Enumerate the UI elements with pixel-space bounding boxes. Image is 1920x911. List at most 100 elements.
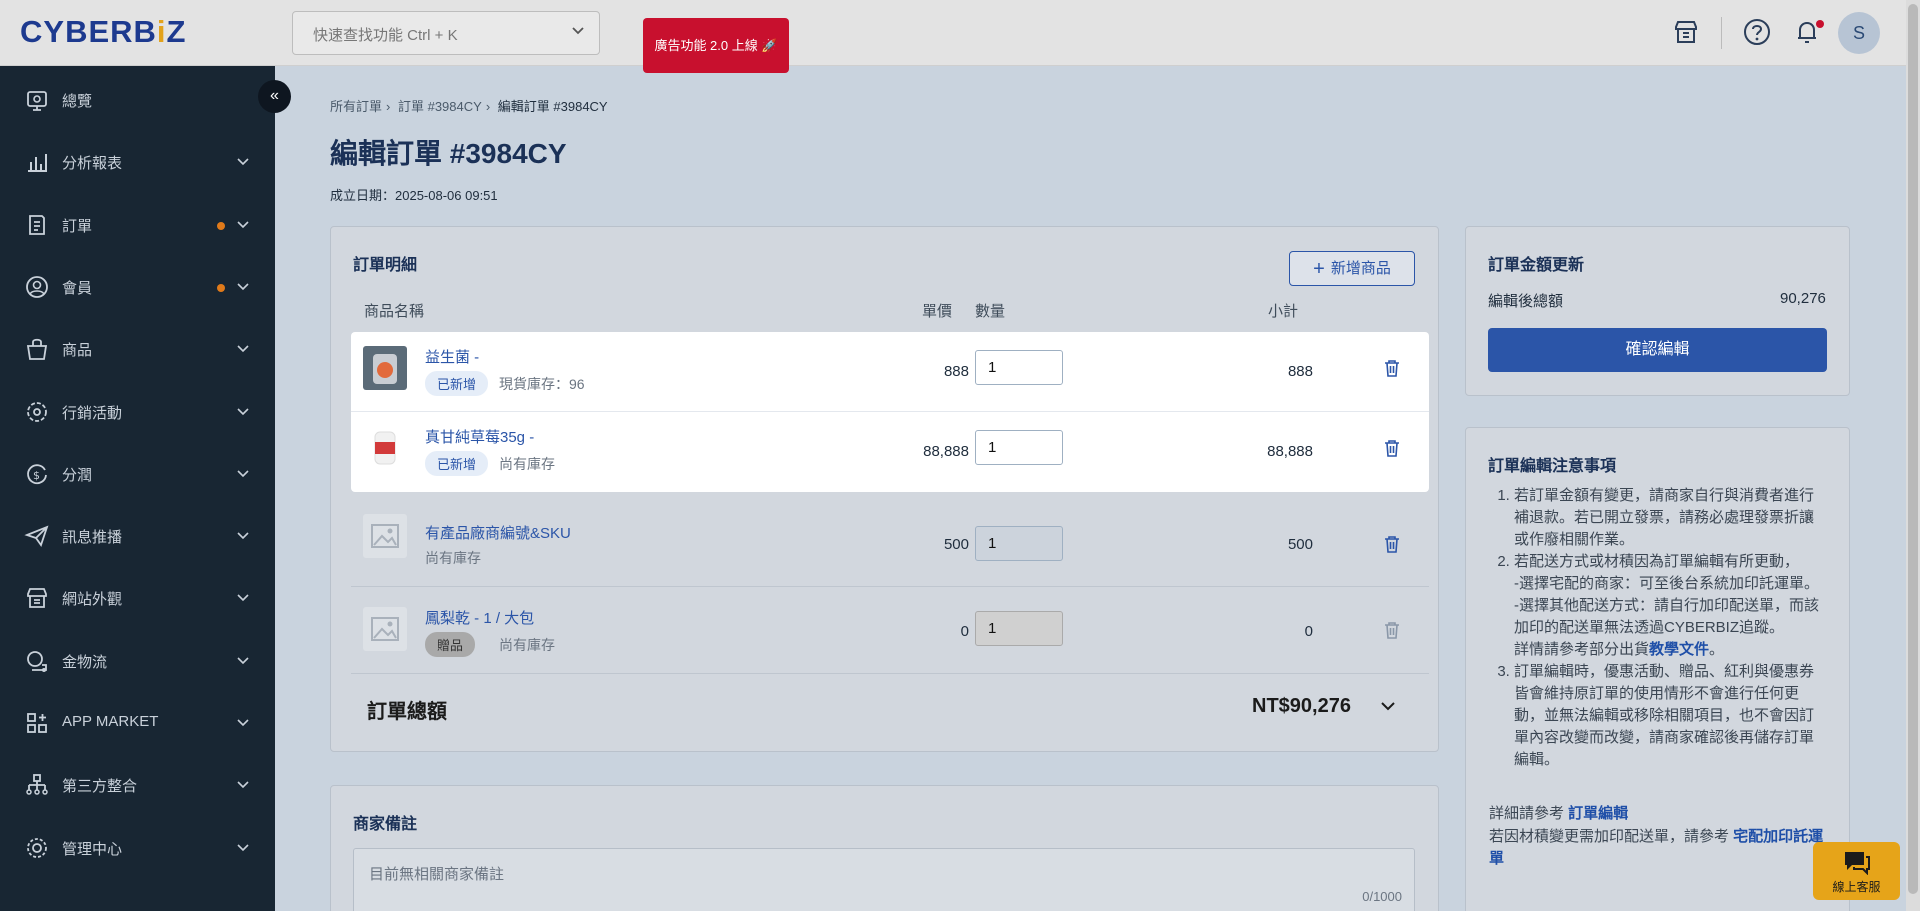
status-badge: 已新增 [425, 451, 489, 476]
sidebar-item-label: 網站外觀 [62, 591, 123, 609]
note-item: 訂單編輯時，優惠活動、贈品、紅利與優惠券皆會維持原訂單的使用情形不會進行任何更動… [1514, 661, 1825, 771]
help-icon[interactable] [1742, 17, 1772, 47]
page-title: 編輯訂單 #3984CY [330, 138, 567, 169]
sidebar-item[interactable]: 訊息推播 [0, 505, 275, 567]
notification-dot [217, 221, 225, 230]
ad-feature-button[interactable]: 廣告功能 2.0 上線 🚀 [643, 18, 789, 73]
quantity-input[interactable]: 1 [975, 350, 1063, 385]
trash-icon[interactable] [1382, 534, 1402, 554]
stock-text: 尚有庫存 [499, 637, 555, 653]
integration-icon [26, 774, 48, 796]
order-edit-link[interactable]: 訂單編輯 [1568, 805, 1628, 822]
sidebar-item-label: 第三方整合 [62, 778, 138, 796]
quantity-input[interactable]: 1 [975, 526, 1063, 561]
chevron-down-icon [237, 844, 249, 851]
notification-dot [217, 283, 225, 292]
avatar[interactable]: S [1838, 12, 1880, 54]
collapse-sidebar-button[interactable]: « [258, 80, 291, 113]
sidebar-item[interactable]: 訂單 [0, 194, 275, 256]
product-name-link[interactable]: 鳳梨乾 - 1 / 大包 [425, 607, 534, 628]
stock-text: 現貨庫存：96 [499, 376, 585, 392]
sidebar-item[interactable]: 金物流 [0, 630, 275, 692]
settings-icon [27, 837, 47, 858]
edited-total-value: 90,276 [1780, 290, 1826, 307]
add-product-button[interactable]: + 新增商品 [1289, 251, 1415, 286]
quantity-input-disabled: 1 [975, 611, 1063, 646]
order-detail-title: 訂單明細 [353, 257, 418, 274]
sidebar-item-label: 商品 [62, 342, 93, 360]
chevron-down-icon [237, 719, 249, 727]
subtotal: 500 [1287, 536, 1313, 553]
sidebar-item[interactable]: 行銷活動 [0, 381, 275, 443]
order-icon [29, 214, 45, 235]
sidebar-item[interactable]: 分析報表 [0, 131, 275, 193]
cyberbiz-logo[interactable]: CYBERBiZ [20, 14, 186, 50]
breadcrumb: 所有訂單 › 訂單 #3984CY › 編輯訂單 #3984CY [330, 99, 608, 114]
confirm-edit-button[interactable]: 確認編輯 [1488, 328, 1827, 372]
store-icon[interactable] [1671, 17, 1701, 47]
sidebar-item[interactable]: 會員 [0, 256, 275, 318]
char-count: 0/1000 [1362, 889, 1402, 904]
column-header-price: 單價 [922, 303, 953, 320]
product-name-link[interactable]: 有產品廠商編號&SKU [425, 522, 571, 543]
sidebar: 總覽分析報表訂單會員商品行銷活動 $ 分潤訊息推播網站外觀金物流 APP MARKET… [0, 66, 275, 911]
product-icon [26, 339, 48, 361]
notification-dot [1816, 20, 1824, 28]
online-support-button[interactable]: 線上客服 [1813, 842, 1900, 900]
top-bar: CYBERBiZ 快速查找功能 Ctrl + K 廣告功能 2.0 上線 🚀 S [0, 0, 1920, 73]
sidebar-item-label: 訊息推播 [62, 529, 123, 547]
breadcrumb-all-orders[interactable]: 所有訂單 [330, 99, 382, 114]
notes-title: 訂單編輯注意事項 [1488, 458, 1617, 475]
chevron-down-icon [237, 158, 249, 166]
sidebar-item[interactable]: $ 分潤 [0, 443, 275, 505]
remark-title: 商家備註 [353, 816, 418, 833]
marketing-icon [27, 401, 47, 422]
sidebar-item-label: 行銷活動 [62, 404, 123, 422]
svg-text:$: $ [33, 469, 40, 482]
subtotal: 888 [1287, 363, 1313, 380]
sidebar-item[interactable]: APP MARKET [0, 692, 275, 754]
stock-text: 尚有庫存 [499, 456, 555, 472]
sidebar-item[interactable]: 第三方整合 [0, 754, 275, 816]
send-icon [24, 525, 49, 548]
column-header-name: 商品名稱 [364, 303, 425, 320]
table-row: 真甘純草莓35g - 已新增 尚有庫存 88,888 1 88,888 [351, 412, 1429, 492]
scrollbar-thumb[interactable] [1908, 4, 1918, 894]
product-name-link[interactable]: 真甘純草莓35g - [425, 426, 534, 447]
tutorial-doc-link[interactable]: 教學文件 [1649, 641, 1709, 658]
product-name-link[interactable]: 益生菌 - [425, 346, 479, 367]
note-item: 若配送方式或材積因為訂單編輯有所更動， -選擇宅配的商家：可至後台系統加印託運單… [1514, 551, 1825, 661]
gift-badge: 贈品 [425, 632, 476, 657]
sidebar-item-label: 管理中心 [62, 840, 123, 858]
quick-search-select[interactable]: 快速查找功能 Ctrl + K [292, 11, 600, 55]
sidebar-item[interactable]: 網站外觀 [0, 567, 275, 629]
created-date: 成立日期：2025-08-06 09:51 [330, 188, 498, 203]
dashboard-icon [27, 91, 47, 111]
unit-price: 88,888 [923, 443, 969, 460]
quantity-input[interactable]: 1 [975, 430, 1063, 465]
unit-price: 0 [960, 623, 969, 640]
trash-icon[interactable] [1382, 358, 1402, 378]
trash-icon[interactable] [1382, 438, 1402, 458]
sidebar-item[interactable]: 商品 [0, 318, 275, 380]
remark-placeholder: 目前無相關商家備註 [369, 866, 505, 883]
table-row: 有產品廠商編號&SKU 尚有庫存 500 1 500 [351, 500, 1429, 587]
chevron-down-icon [237, 594, 249, 602]
sidebar-item[interactable]: 管理中心 [0, 817, 275, 879]
divider [1721, 17, 1722, 49]
chat-icon [1844, 852, 1870, 876]
image-placeholder-icon [363, 607, 407, 651]
sidebar-item-label: 訂單 [62, 217, 93, 235]
sidebar-item-label: 分析報表 [62, 155, 123, 173]
sidebar-item[interactable]: 總覽 [0, 69, 275, 131]
order-total-value: NT$90,276 [1252, 695, 1351, 717]
trash-icon [1385, 622, 1399, 639]
status-badge: 已新增 [425, 371, 489, 396]
breadcrumb-order[interactable]: 訂單 #3984CY [398, 99, 482, 114]
image-placeholder-icon [363, 514, 407, 558]
unit-price: 500 [943, 536, 969, 553]
remark-textarea[interactable]: 目前無相關商家備註 0/1000 [353, 848, 1415, 911]
sidebar-item-label: 總覽 [62, 93, 93, 110]
table-row: 益生菌 - 已新增 現貨庫存：96 888 1 888 [351, 332, 1429, 412]
chevron-down-icon[interactable] [1379, 697, 1397, 715]
